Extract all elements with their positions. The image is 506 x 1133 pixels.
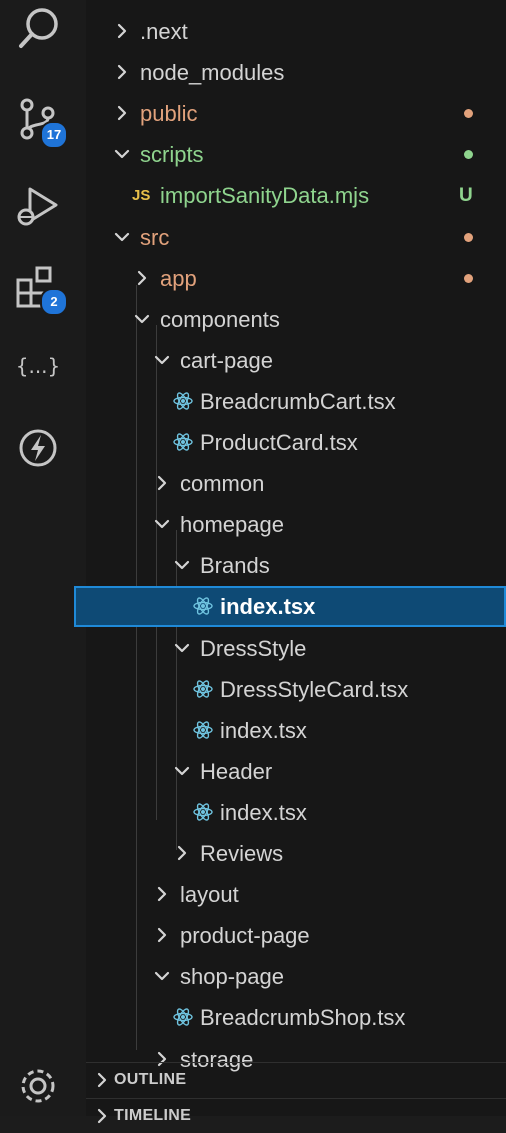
chevron-right-icon[interactable] <box>174 845 190 861</box>
chevron-down-icon[interactable] <box>174 640 190 656</box>
notification-badge: 17 <box>40 121 68 149</box>
react-file-icon <box>192 678 214 700</box>
git-status-letter: U <box>459 185 473 206</box>
explorer-panel: .next node_modulespublic scripts JS importSa… <box>74 0 506 1124</box>
tree-folder[interactable]: src <box>86 217 506 258</box>
tree-file[interactable]: BreadcrumbShop.tsx <box>86 997 506 1038</box>
tree-item-label: BreadcrumbCart.tsx <box>200 389 396 414</box>
react-file-icon <box>172 1006 194 1028</box>
section-outline[interactable]: OUTLINE <box>86 1062 506 1097</box>
tree-folder[interactable]: Brands <box>86 545 506 586</box>
tree-item-label: DressStyle <box>200 636 307 661</box>
tree-item-label: BreadcrumbShop.tsx <box>200 1005 406 1030</box>
tree-file[interactable]: index.tsx <box>74 586 506 627</box>
tree-folder[interactable]: shop-page <box>86 956 506 997</box>
tree-folder[interactable]: layout <box>86 874 506 915</box>
chevron-down-icon[interactable] <box>174 557 190 573</box>
tree-folder[interactable]: Header <box>86 751 506 792</box>
tree-item-label: Reviews <box>200 841 284 866</box>
tree-folder[interactable]: Reviews <box>86 833 506 874</box>
chevron-right-icon[interactable] <box>154 886 170 902</box>
tree-item-label: product-page <box>180 923 310 948</box>
tree-file[interactable]: JS importSanityData.mjs U <box>86 175 506 216</box>
tree-folder[interactable]: app <box>86 258 506 299</box>
tree-item-label: importSanityData.mjs <box>160 183 370 208</box>
section-label: OUTLINE <box>114 1071 187 1088</box>
json-braces-icon[interactable]: {...} <box>12 340 64 392</box>
tree-file[interactable]: index.tsx <box>86 710 506 751</box>
chevron-down-icon[interactable] <box>114 146 130 162</box>
tree-folder[interactable]: homepage <box>86 504 506 545</box>
tree-item-label: homepage <box>180 512 284 537</box>
react-file-icon <box>192 595 214 617</box>
tree-item-label: components <box>160 307 280 332</box>
chevron-down-icon[interactable] <box>134 311 150 327</box>
tree-folder[interactable]: .next <box>86 11 506 52</box>
notification-badge: 2 <box>40 288 68 316</box>
git-status-dot <box>464 233 473 242</box>
tree-item-label: cart-page <box>180 348 273 373</box>
git-status-dot <box>464 150 473 159</box>
js-file-icon: JS <box>132 187 151 204</box>
settings-gear-icon[interactable] <box>12 1060 64 1112</box>
tree-item-label: .next <box>140 19 188 44</box>
lightning-icon[interactable] <box>12 422 64 474</box>
chevron-right-icon[interactable] <box>154 927 170 943</box>
extensions-icon[interactable]: 2 <box>12 260 68 316</box>
chevron-right-icon[interactable] <box>94 1072 110 1088</box>
react-file-icon <box>172 390 194 412</box>
tree-folder[interactable]: common <box>86 463 506 504</box>
tree-file[interactable]: BreadcrumbCart.tsx <box>86 381 506 422</box>
tree-folder[interactable]: public <box>86 93 506 134</box>
activity-bar: 17 2 {...} <box>0 0 86 1116</box>
section-label: TIMELINE <box>114 1107 192 1124</box>
tree-item-label: shop-page <box>180 964 284 989</box>
chevron-right-icon[interactable] <box>114 64 130 80</box>
chevron-down-icon[interactable] <box>154 968 170 984</box>
chevron-right-icon[interactable] <box>114 23 130 39</box>
tree-item-label: app <box>160 266 197 291</box>
tree-folder[interactable]: DressStyle <box>86 628 506 669</box>
git-status-dot <box>464 109 473 118</box>
tree-item-label: Header <box>200 759 273 784</box>
tree-item-label: index.tsx <box>220 718 307 743</box>
svg-text:{...}: {...} <box>16 354 61 378</box>
tree-folder[interactable]: scripts <box>86 134 506 175</box>
run-debug-icon[interactable] <box>12 179 64 231</box>
chevron-down-icon[interactable] <box>114 229 130 245</box>
tree-folder[interactable]: product-page <box>86 915 506 956</box>
git-status-dot <box>464 274 473 283</box>
tree-item-label: node_modules <box>140 60 285 85</box>
chevron-right-icon[interactable] <box>94 1108 110 1124</box>
tree-folder[interactable]: components <box>86 299 506 340</box>
tree-item-label: index.tsx <box>220 594 316 619</box>
tree-folder[interactable]: node_modules <box>86 52 506 93</box>
tree-item-label: public <box>140 101 198 126</box>
search-icon[interactable] <box>12 6 64 58</box>
chevron-right-icon[interactable] <box>154 475 170 491</box>
tree-item-label: ProductCard.tsx <box>200 430 358 455</box>
tree-item-label: common <box>180 471 265 496</box>
chevron-right-icon[interactable] <box>114 105 130 121</box>
tree-item-label: Brands <box>200 553 270 578</box>
tree-item-label: scripts <box>140 142 204 167</box>
tree-folder[interactable]: cart-page <box>86 340 506 381</box>
tree-item-label: layout <box>180 882 239 907</box>
tree-file[interactable]: ProductCard.tsx <box>86 422 506 463</box>
tree-file[interactable]: index.tsx <box>86 792 506 833</box>
chevron-right-icon[interactable] <box>134 270 150 286</box>
source-control-icon[interactable]: 17 <box>12 93 68 149</box>
chevron-down-icon[interactable] <box>154 516 170 532</box>
react-file-icon <box>192 719 214 741</box>
chevron-down-icon[interactable] <box>154 352 170 368</box>
tree-item-label: DressStyleCard.tsx <box>220 677 409 702</box>
react-file-icon <box>172 431 194 453</box>
tree-file[interactable]: DressStyleCard.tsx <box>86 669 506 710</box>
react-file-icon <box>192 801 214 823</box>
chevron-down-icon[interactable] <box>174 763 190 779</box>
tree-item-label: index.tsx <box>220 800 307 825</box>
tree-item-label: src <box>140 225 170 250</box>
